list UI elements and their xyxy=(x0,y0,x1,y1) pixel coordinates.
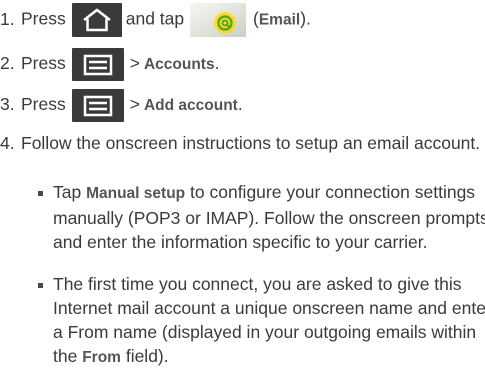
bullet-manual-setup: Tap Manual setup to configure your conne… xyxy=(38,180,485,254)
step-text: . xyxy=(237,94,243,115)
home-icon xyxy=(71,3,122,37)
step-text: Press xyxy=(21,8,66,29)
step-4-text: Follow the onscreen instructions to setu… xyxy=(21,133,481,153)
step-text: and tap xyxy=(125,8,185,29)
email-label: Email xyxy=(258,11,301,29)
separator: > xyxy=(129,94,140,115)
bullet-first-connect: The first time you connect, you are aske… xyxy=(38,272,485,370)
step-text: . xyxy=(214,53,220,74)
accounts-label: Accounts xyxy=(143,56,215,74)
add-account-label: Add account xyxy=(143,97,238,115)
step-number: 1. xyxy=(0,8,15,29)
step-text: ). xyxy=(300,8,311,29)
step-text: Press xyxy=(21,53,66,74)
step-number: 4. xyxy=(0,133,15,153)
menu-icon xyxy=(71,48,124,81)
bullet-text: Tap xyxy=(53,182,82,202)
email-app-icon xyxy=(190,3,247,37)
menu-icon xyxy=(71,89,124,122)
step-4-number: 4. xyxy=(0,131,21,155)
step-3: 3. Press > Add account. xyxy=(0,89,243,122)
step-2: 2. Press > Accounts. xyxy=(0,48,219,81)
bullet-text: field). xyxy=(125,346,169,366)
step-text: Press xyxy=(21,94,66,115)
separator: > xyxy=(129,53,140,74)
from-label: From xyxy=(82,349,121,366)
step-number: 2. xyxy=(0,53,15,74)
manual-setup-label: Manual setup xyxy=(86,185,186,202)
step-1: 1. Press and tap (Email). xyxy=(0,3,311,37)
step-number: 3. xyxy=(0,94,15,115)
